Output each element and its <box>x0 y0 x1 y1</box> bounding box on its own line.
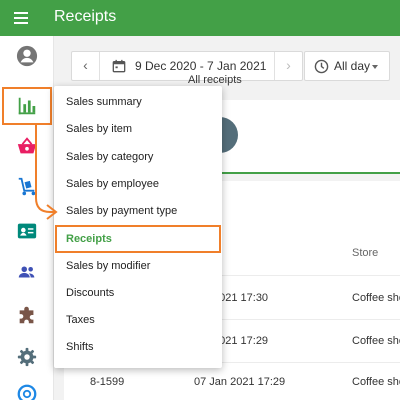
sidebar-item-sales[interactable] <box>7 128 47 164</box>
customers-icon <box>18 266 35 278</box>
store-cell: Coffee sho <box>352 335 400 347</box>
menu-item-shifts[interactable]: Shifts <box>66 341 94 353</box>
store-column-header[interactable]: Store <box>352 247 378 259</box>
next-period-button[interactable]: › <box>274 52 302 80</box>
store-cell: Coffee sho <box>352 376 400 388</box>
clock-icon <box>314 59 329 74</box>
menu-item-sales-summary[interactable]: Sales summary <box>66 96 142 108</box>
sidebar-item-account[interactable] <box>7 38 47 74</box>
hamburger-menu-icon[interactable] <box>12 8 32 28</box>
help-icon <box>17 384 37 400</box>
sidebar <box>0 36 54 400</box>
menu-item-sales-by-item[interactable]: Sales by item <box>66 123 132 135</box>
basket-icon <box>17 137 37 154</box>
store-cell: Coffee sho <box>352 292 400 304</box>
sidebar-item-help[interactable] <box>7 376 47 400</box>
sidebar-item-settings[interactable] <box>7 339 47 375</box>
inventory-icon <box>18 177 36 196</box>
date-cell: 07 Jan 2021 17:29 <box>194 376 286 388</box>
previous-period-button[interactable]: ‹ <box>72 52 100 80</box>
chevron-down-icon <box>372 65 378 69</box>
menu-item-taxes[interactable]: Taxes <box>66 314 95 326</box>
employees-icon <box>17 223 37 239</box>
time-filter-dropdown[interactable]: All day <box>304 51 390 81</box>
calendar-icon <box>112 59 126 73</box>
integrations-icon <box>19 306 34 324</box>
sidebar-item-reports[interactable] <box>2 87 52 125</box>
settings-icon <box>17 347 37 367</box>
sidebar-item-inventory[interactable] <box>7 169 47 205</box>
page-title: Receipts <box>54 8 117 25</box>
menu-item-sales-by-category[interactable]: Sales by category <box>66 151 153 163</box>
menu-item-sales-by-modifier[interactable]: Sales by modifier <box>66 260 150 272</box>
reports-icon <box>18 97 36 115</box>
menu-item-sales-by-payment-type[interactable]: Sales by payment type <box>66 205 177 217</box>
receipt-number-cell: 8-1599 <box>90 376 125 388</box>
menu-item-discounts[interactable]: Discounts <box>66 287 114 299</box>
account-icon <box>16 45 38 67</box>
summary-label: All receipts <box>188 74 242 86</box>
top-app-bar: Receipts <box>0 0 400 36</box>
sidebar-item-customers[interactable] <box>7 254 47 290</box>
menu-item-sales-by-employee[interactable]: Sales by employee <box>66 178 159 190</box>
menu-item-receipts-label: Receipts <box>66 233 112 245</box>
date-range-label: 9 Dec 2020 - 7 Jan 2021 <box>135 59 267 73</box>
time-filter-label: All day <box>334 59 371 73</box>
sidebar-item-integrations[interactable] <box>7 297 47 333</box>
sidebar-item-employees[interactable] <box>7 213 47 249</box>
date-range-picker[interactable]: ‹ 9 Dec 2020 - 7 Jan 2021 › <box>71 51 303 81</box>
